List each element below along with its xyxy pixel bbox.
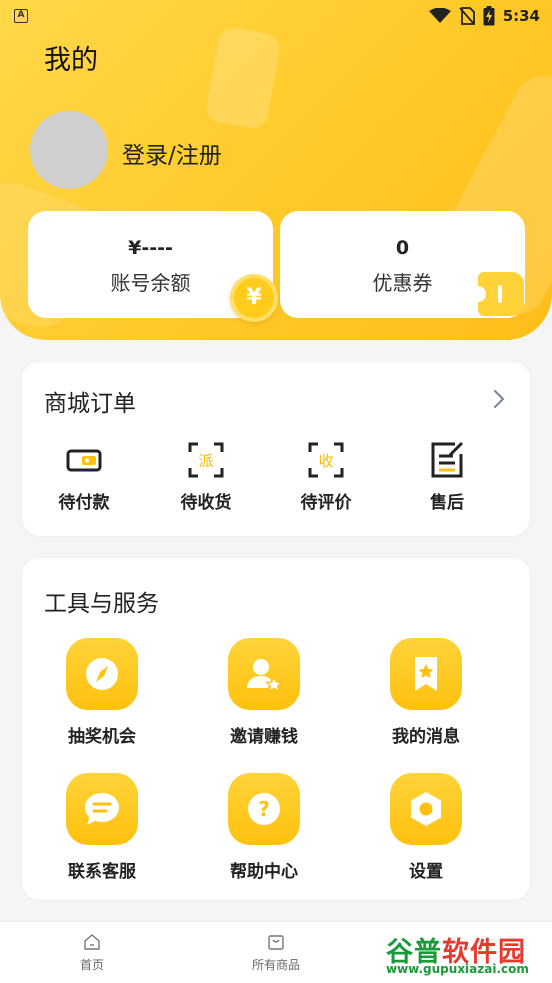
header-decoration — [204, 25, 282, 131]
order-after-sales[interactable]: 售后 — [397, 440, 497, 513]
tool-label: 我的消息 — [392, 727, 460, 747]
tool-help-center[interactable]: ? 帮助中心 — [204, 773, 324, 882]
invite-user-icon — [228, 638, 300, 710]
order-label: 待付款 — [58, 493, 110, 513]
tool-messages[interactable]: 我的消息 — [366, 638, 486, 747]
balance-value: ¥---- — [128, 237, 173, 259]
order-pending-payment[interactable]: 待付款 — [34, 440, 134, 513]
tab-home[interactable]: 首页 — [32, 932, 152, 973]
tools-title: 工具与服务 — [44, 591, 159, 617]
orders-title: 商城订单 — [44, 391, 136, 417]
coupon-value: 0 — [395, 237, 410, 259]
settings-icon — [390, 773, 462, 845]
watermark-url: www.gupuxiazai.com — [386, 962, 529, 976]
wallet-icon — [66, 449, 102, 472]
avatar[interactable] — [30, 111, 108, 189]
notification-icon: A — [14, 9, 28, 23]
tool-label: 帮助中心 — [230, 862, 298, 882]
status-bar: A 5:34 — [0, 0, 552, 32]
receive-icon: 收 — [308, 442, 344, 478]
battery-charging-icon — [483, 6, 495, 26]
order-label: 待收货 — [180, 493, 232, 513]
shopping-bag-icon — [268, 935, 284, 950]
tool-label: 抽奖机会 — [68, 727, 136, 747]
ticket-icon — [470, 272, 524, 316]
question-icon: ? — [228, 773, 300, 845]
no-sim-icon — [459, 7, 475, 25]
tab-label: 所有商品 — [251, 958, 300, 972]
tool-invite[interactable]: 邀请赚钱 — [204, 638, 324, 747]
delivery-glyph: 派 — [198, 452, 213, 470]
tool-lottery[interactable]: 抽奖机会 — [42, 638, 162, 747]
tab-label: 首页 — [79, 958, 104, 972]
status-icons: 5:34 — [428, 6, 540, 26]
order-label: 待评价 — [300, 493, 352, 513]
page-title: 我的 — [44, 45, 98, 76]
edit-note-icon — [431, 441, 464, 478]
tool-label: 设置 — [409, 862, 443, 882]
yen-coin-icon: ¥ — [230, 274, 278, 322]
receive-glyph: 收 — [318, 452, 333, 470]
compass-icon — [66, 638, 138, 710]
login-register-link[interactable]: 登录/注册 — [122, 136, 222, 170]
tool-label: 邀请赚钱 — [230, 727, 298, 747]
tool-customer-service[interactable]: 联系客服 — [42, 773, 162, 882]
tools-panel: 工具与服务 抽奖机会 邀请赚钱 我的消息 联系客服 ? 帮助中心 设置 — [22, 558, 530, 900]
order-pending-receipt[interactable]: 派 待收货 — [156, 440, 256, 513]
order-label: 售后 — [430, 493, 464, 513]
wifi-icon — [428, 8, 451, 23]
order-pending-review[interactable]: 收 待评价 — [276, 440, 376, 513]
status-time: 5:34 — [502, 7, 540, 25]
chevron-right-icon[interactable] — [492, 388, 506, 410]
delivery-icon: 派 — [188, 442, 224, 478]
orders-panel: 商城订单 待付款 派 待收货 收 待评价 售后 — [22, 362, 530, 536]
svg-text:?: ? — [258, 797, 270, 821]
watermark-logo: 谷普软件园 www.gupuxiazai.com — [384, 926, 552, 983]
tool-settings[interactable]: 设置 — [366, 773, 486, 882]
tool-label: 联系客服 — [68, 862, 136, 882]
chat-bubble-icon — [66, 773, 138, 845]
home-icon — [84, 934, 100, 950]
tab-all-products[interactable]: 所有商品 — [216, 932, 336, 973]
bookmark-star-icon — [390, 638, 462, 710]
